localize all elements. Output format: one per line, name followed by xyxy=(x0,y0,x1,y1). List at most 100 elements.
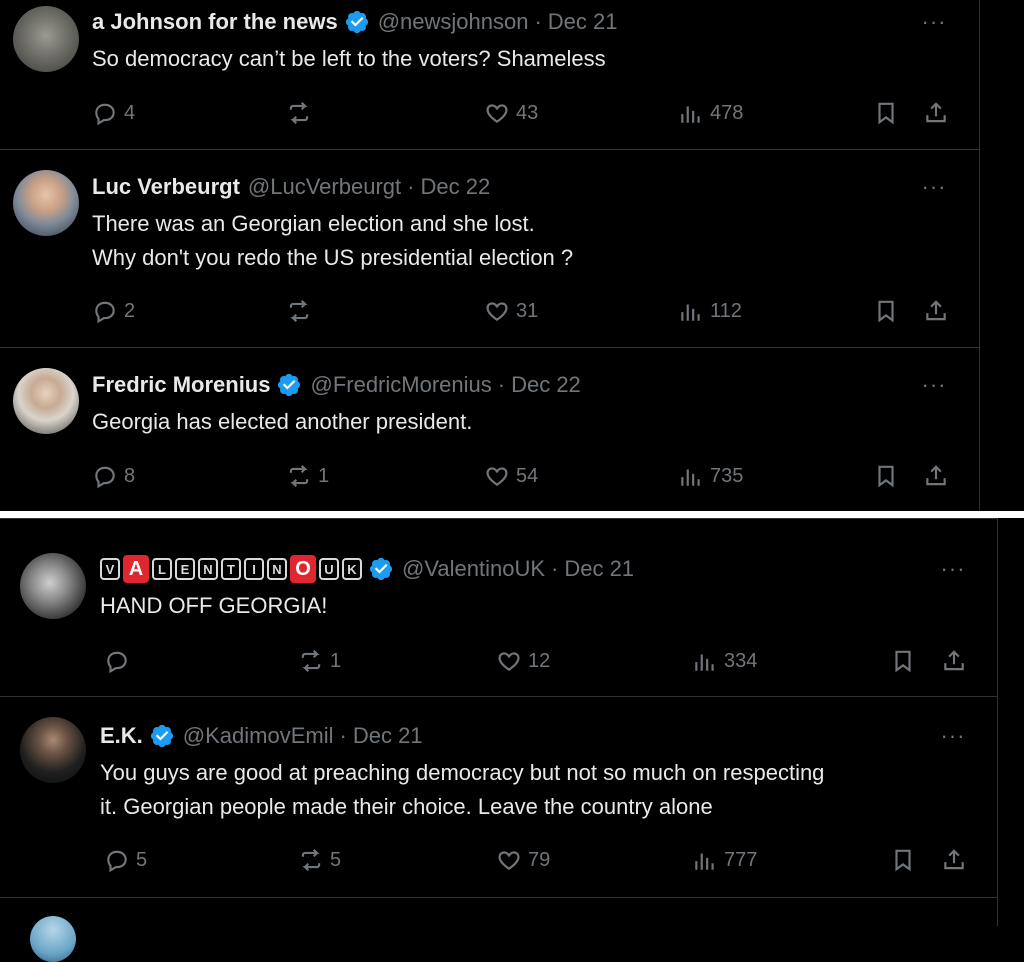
tweet-text: HAND OFF GEORGIA! xyxy=(100,593,328,618)
tweet-actions: 2 31 112 xyxy=(0,296,979,326)
repost-count: 5 xyxy=(330,848,342,871)
reply-count: 2 xyxy=(124,299,136,322)
tweet-text: Georgia has elected another president. xyxy=(92,409,473,434)
repost-icon xyxy=(289,464,309,488)
reply-icon xyxy=(107,651,127,674)
reply-button[interactable]: 8 xyxy=(92,461,135,491)
avatar[interactable] xyxy=(13,170,79,236)
avatar[interactable] xyxy=(13,6,79,72)
name-letter: L xyxy=(152,558,172,580)
share-button[interactable] xyxy=(923,461,949,491)
views-count: 478 xyxy=(710,101,744,124)
tweet-date[interactable]: Dec 21 xyxy=(353,723,423,749)
verified-badge-icon xyxy=(276,372,302,398)
share-button[interactable] xyxy=(923,98,949,128)
share-button[interactable] xyxy=(941,845,967,875)
tweet-date[interactable]: Dec 22 xyxy=(420,174,490,200)
verified-badge-icon xyxy=(344,9,370,35)
like-icon xyxy=(498,652,520,671)
like-count: 31 xyxy=(516,299,539,322)
bookmark-icon xyxy=(895,849,911,872)
bookmark-icon xyxy=(878,102,894,125)
repost-button[interactable] xyxy=(286,296,318,326)
like-button[interactable]: 12 xyxy=(496,646,550,676)
reply-button[interactable]: 5 xyxy=(104,845,147,875)
more-icon[interactable]: ··· xyxy=(916,373,952,397)
repost-button[interactable]: 5 xyxy=(298,845,341,875)
tweet-kadimovemil[interactable]: E.K. @KadimovEmil · Dec 21 ··· You guys … xyxy=(0,697,997,898)
author-name-logo[interactable]: V A L E N T I N O U K xyxy=(100,555,362,583)
author-handle[interactable]: @KadimovEmil xyxy=(183,723,334,749)
views-icon xyxy=(695,654,714,671)
reply-button[interactable]: 4 xyxy=(92,98,135,128)
bookmark-button[interactable] xyxy=(873,98,899,128)
author-name[interactable]: a Johnson for the news xyxy=(92,9,338,35)
name-letter: E xyxy=(175,558,195,580)
like-button[interactable]: 79 xyxy=(496,845,550,875)
views-button[interactable]: 478 xyxy=(678,98,743,128)
tweet-text: You guys are good at preaching democracy… xyxy=(100,760,825,819)
name-letter: A xyxy=(123,555,149,583)
views-button[interactable]: 112 xyxy=(678,296,742,326)
name-letter: N xyxy=(198,558,218,580)
bookmark-button[interactable] xyxy=(890,646,916,676)
share-button[interactable] xyxy=(923,296,949,326)
repost-button[interactable]: 1 xyxy=(286,461,329,491)
bookmark-icon xyxy=(878,300,894,323)
separator-dot: · xyxy=(339,723,347,748)
author-name[interactable]: Luc Verbeurgt xyxy=(92,174,240,200)
like-button[interactable]: 43 xyxy=(484,98,538,128)
tweet-lucverbeurgt[interactable]: Luc Verbeurgt @LucVerbeurgt · Dec 22 ···… xyxy=(0,150,979,348)
author-handle[interactable]: @FredricMorenius xyxy=(310,372,491,398)
tweet-text: There was an Georgian election and she l… xyxy=(92,211,574,270)
views-icon xyxy=(681,304,700,321)
name-letter: V xyxy=(100,558,120,580)
author-handle[interactable]: @newsjohnson xyxy=(378,9,529,35)
separator-dot: · xyxy=(407,174,415,199)
share-icon xyxy=(944,849,964,870)
like-icon xyxy=(486,467,508,486)
author-name[interactable]: Fredric Morenius xyxy=(92,372,270,398)
bookmark-button[interactable] xyxy=(873,461,899,491)
views-button[interactable]: 777 xyxy=(692,845,757,875)
repost-count: 1 xyxy=(318,464,330,487)
author-handle[interactable]: @LucVerbeurgt xyxy=(248,174,401,200)
tweet-valentinouk[interactable]: V A L E N T I N O U K @ValentinoUK · Dec… xyxy=(0,519,997,697)
repost-button[interactable] xyxy=(286,98,318,128)
reply-button[interactable]: 2 xyxy=(92,296,135,326)
bookmark-icon xyxy=(895,650,911,673)
author-name[interactable]: E.K. xyxy=(100,723,143,749)
views-button[interactable]: 334 xyxy=(692,646,757,676)
avatar[interactable] xyxy=(20,553,86,619)
like-count: 43 xyxy=(516,101,539,124)
views-button[interactable]: 735 xyxy=(678,461,743,491)
tweet-date[interactable]: Dec 22 xyxy=(511,372,581,398)
reply-icon xyxy=(107,850,127,873)
share-button[interactable] xyxy=(941,646,967,676)
avatar[interactable] xyxy=(20,717,86,783)
more-icon[interactable]: ··· xyxy=(935,724,971,748)
bookmark-icon xyxy=(878,465,894,488)
author-handle[interactable]: @ValentinoUK xyxy=(402,556,545,582)
like-button[interactable]: 31 xyxy=(484,296,538,326)
separator-dot: · xyxy=(551,556,559,581)
reply-icon xyxy=(95,466,115,489)
tweet-date[interactable]: Dec 21 xyxy=(564,556,634,582)
reply-button[interactable] xyxy=(104,646,136,676)
tweet-date[interactable]: Dec 21 xyxy=(548,9,618,35)
image-separator xyxy=(0,511,1024,518)
more-icon[interactable]: ··· xyxy=(916,175,952,199)
like-button[interactable]: 54 xyxy=(484,461,538,491)
repost-button[interactable]: 1 xyxy=(298,646,341,676)
bookmark-button[interactable] xyxy=(890,845,916,875)
share-icon xyxy=(926,102,946,123)
avatar[interactable] xyxy=(13,368,79,434)
more-icon[interactable]: ··· xyxy=(916,10,952,34)
bookmark-button[interactable] xyxy=(873,296,899,326)
tweet-newsjohnson[interactable]: a Johnson for the news @newsjohnson · De… xyxy=(0,0,979,150)
views-icon xyxy=(681,469,700,486)
like-icon xyxy=(498,851,520,870)
tweet-fredricmorenius[interactable]: Fredric Morenius @FredricMorenius · Dec … xyxy=(0,348,979,511)
more-icon[interactable]: ··· xyxy=(935,557,971,581)
avatar-next-tweet[interactable] xyxy=(30,916,76,962)
